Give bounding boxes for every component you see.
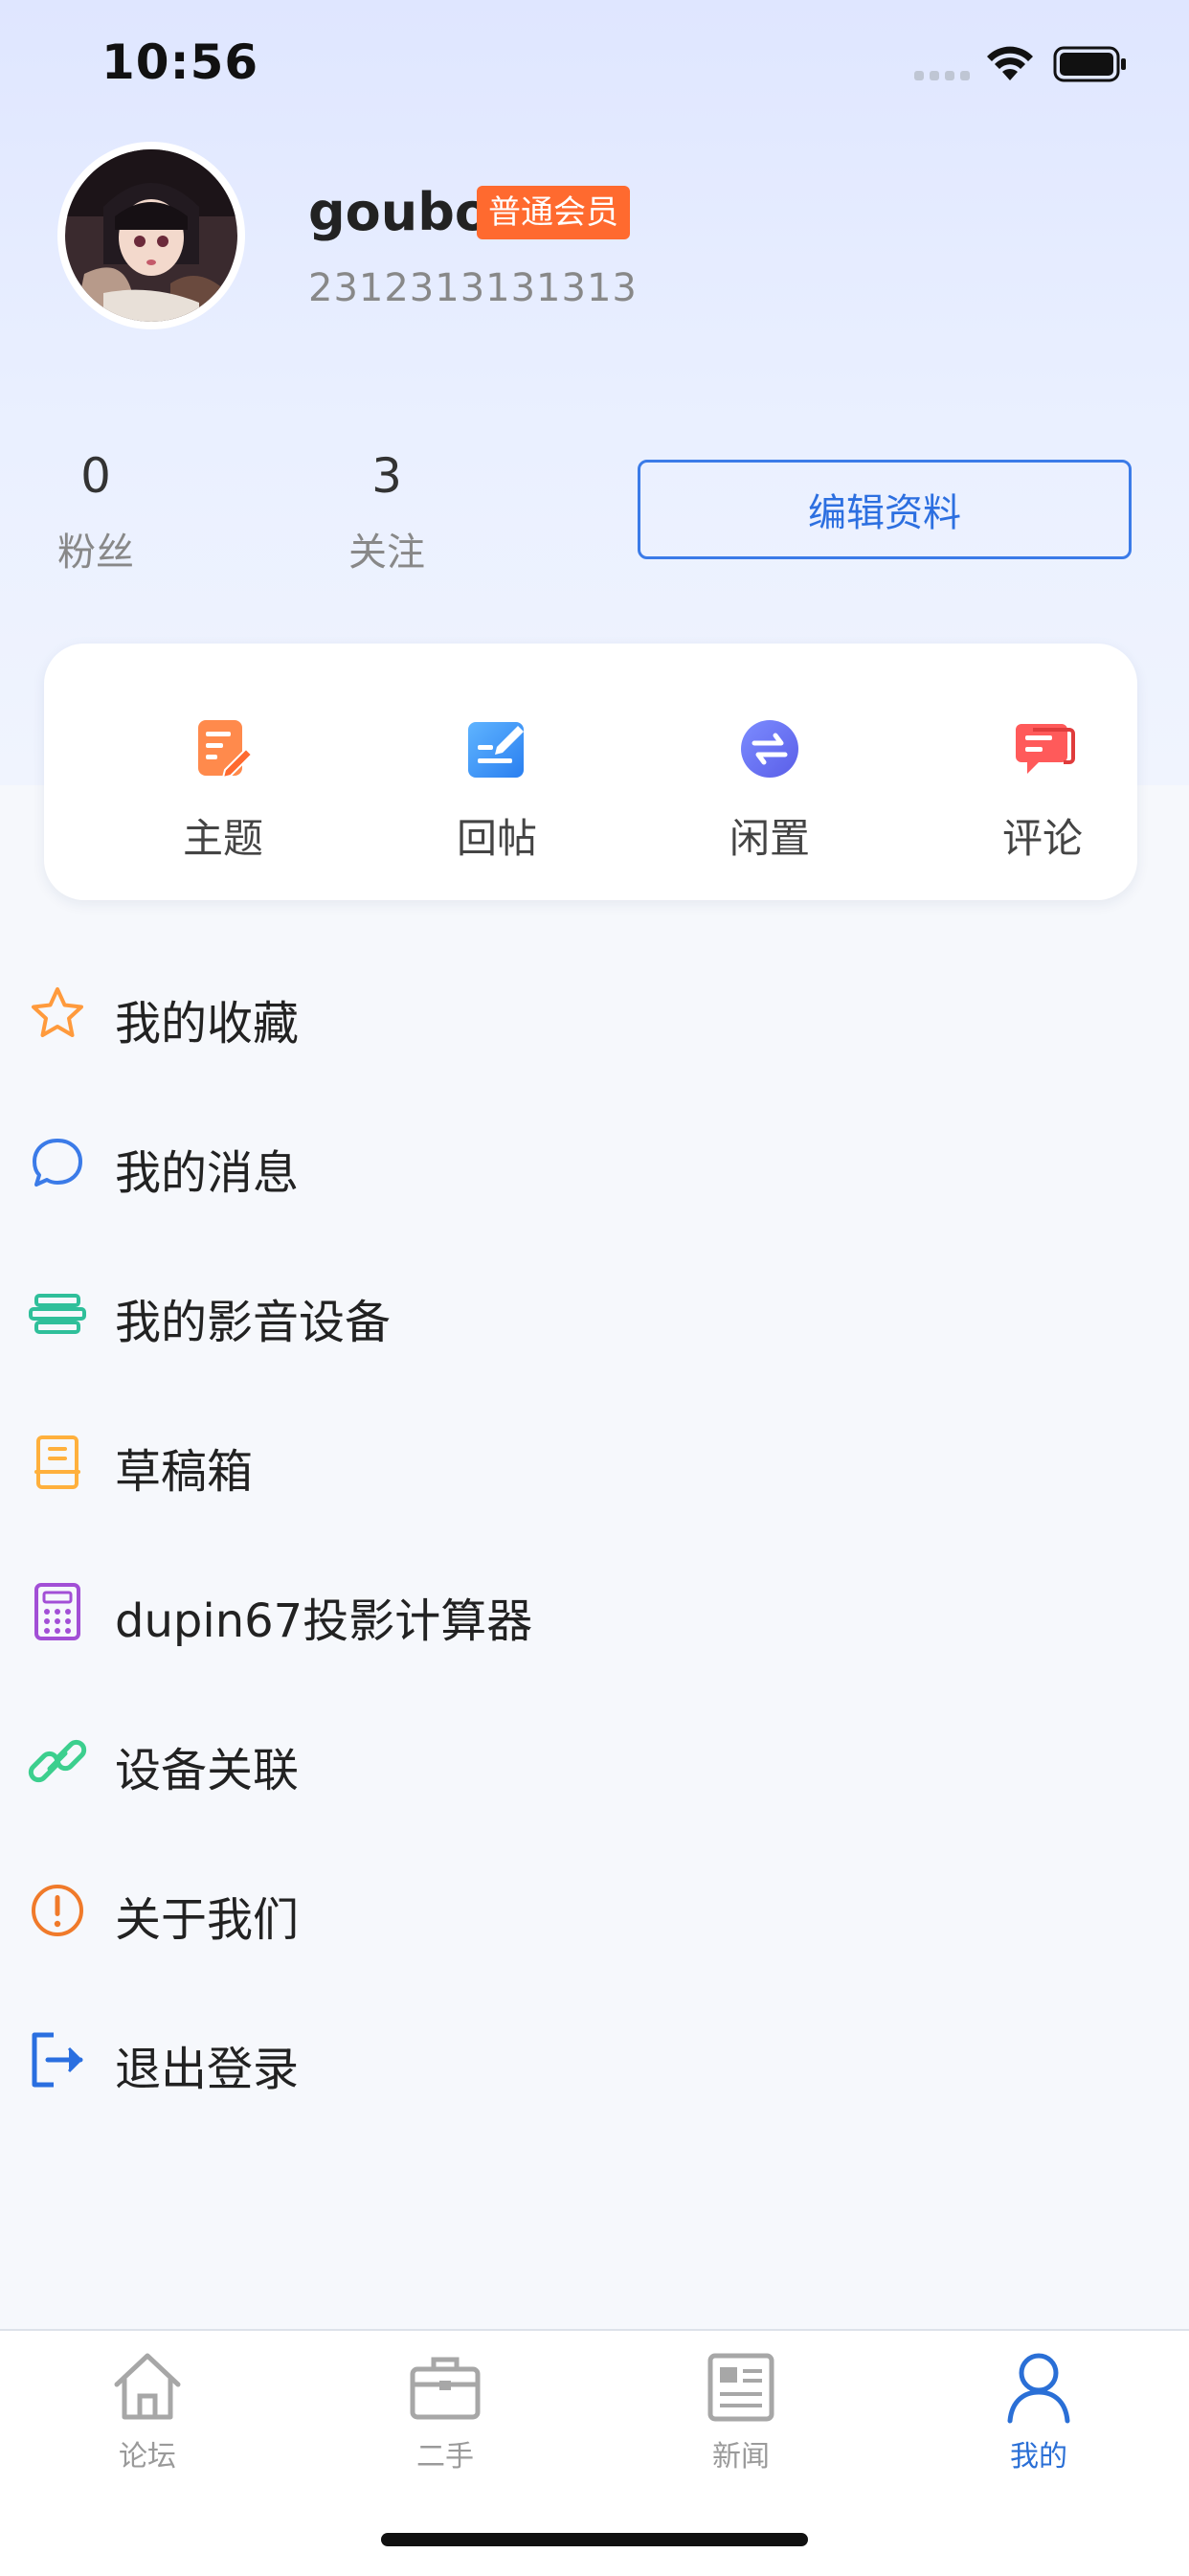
action-topics-label: 主题: [182, 815, 263, 862]
menu-projection-calculator[interactable]: dupin67投影计算器: [0, 1554, 1189, 1669]
exchange-icon: [741, 720, 798, 778]
action-replies-label: 回帖: [456, 815, 537, 862]
logout-icon: [32, 2032, 83, 2088]
comment-icon: [1016, 724, 1075, 774]
menu-av-devices[interactable]: 我的影音设备: [0, 1255, 1189, 1370]
newspaper-icon: [707, 2353, 774, 2422]
message-icon: [33, 1139, 82, 1186]
action-replies[interactable]: 回帖: [406, 716, 588, 865]
tab-mine-label: 我的: [1010, 2440, 1067, 2474]
menu-device-link-label: 设备关联: [115, 1744, 300, 1797]
menu-logout[interactable]: 退出登录: [0, 2002, 1189, 2117]
menu-messages-label: 我的消息: [115, 1146, 300, 1200]
home-indicator: [381, 2533, 808, 2546]
wifi-icon: [987, 46, 1033, 80]
cellular-signal-icon: [914, 71, 970, 80]
menu-projection-calculator-label: dupin67投影计算器: [115, 1594, 533, 1648]
action-comments-label: 评论: [1001, 815, 1083, 862]
menu-device-link[interactable]: 设备关联: [0, 1704, 1189, 1819]
action-idle-label: 闲置: [729, 815, 810, 862]
member-badge: 普通会员: [477, 186, 630, 239]
tab-forum[interactable]: 论坛: [71, 2348, 224, 2474]
stat-following-label: 关注: [348, 531, 425, 575]
action-comments[interactable]: 评论: [952, 716, 1133, 865]
tab-second-hand-label: 二手: [416, 2440, 474, 2474]
edit-profile-button[interactable]: 编辑资料: [638, 460, 1132, 559]
star-icon: [32, 987, 83, 1037]
battery-icon: [1053, 46, 1126, 82]
tab-mine[interactable]: 我的: [962, 2348, 1115, 2474]
user-icon: [1007, 2353, 1070, 2424]
menu-about-label: 关于我们: [115, 1893, 300, 1947]
info-icon: [32, 1885, 83, 1936]
menu-messages[interactable]: 我的消息: [0, 1106, 1189, 1221]
menu-av-devices-label: 我的影音设备: [115, 1296, 392, 1349]
av-device-icon: [29, 1294, 86, 1334]
avatar-image: [65, 149, 237, 322]
menu-logout-label: 退出登录: [115, 2043, 300, 2096]
action-topics[interactable]: 主题: [132, 716, 314, 865]
briefcase-icon: [410, 2357, 481, 2420]
menu-drafts[interactable]: 草稿箱: [0, 1405, 1189, 1520]
calculator-icon: [34, 1583, 80, 1640]
username: goubo: [308, 182, 490, 242]
action-idle[interactable]: 闲置: [679, 716, 861, 865]
home-icon: [114, 2353, 181, 2420]
tab-news-label: 新闻: [712, 2440, 770, 2474]
link-icon: [28, 1739, 87, 1783]
menu-drafts-label: 草稿箱: [115, 1445, 254, 1499]
status-bar: 10:56: [0, 0, 1189, 124]
tab-second-hand[interactable]: 二手: [369, 2348, 522, 2474]
menu-about[interactable]: 关于我们: [0, 1853, 1189, 1968]
stat-fans-value: 0: [80, 448, 111, 504]
tab-forum-label: 论坛: [119, 2440, 176, 2474]
avatar[interactable]: [59, 144, 243, 328]
stat-following-value: 3: [371, 448, 402, 504]
stat-fans-label: 粉丝: [57, 531, 134, 575]
stat-fans[interactable]: 0 粉丝: [10, 442, 182, 576]
menu-favorites[interactable]: 我的收藏: [0, 957, 1189, 1072]
tab-news[interactable]: 新闻: [664, 2348, 818, 2474]
reply-icon: [468, 722, 524, 778]
menu-favorites-label: 我的收藏: [115, 997, 300, 1051]
action-card: 主题 回帖 闲置 评论: [44, 644, 1137, 900]
status-time: 10:56: [101, 34, 259, 90]
drafts-icon: [34, 1435, 80, 1489]
user-id: 2312313131313: [308, 266, 638, 310]
stat-following[interactable]: 3 关注: [301, 442, 473, 576]
edit-note-icon: [198, 720, 254, 780]
